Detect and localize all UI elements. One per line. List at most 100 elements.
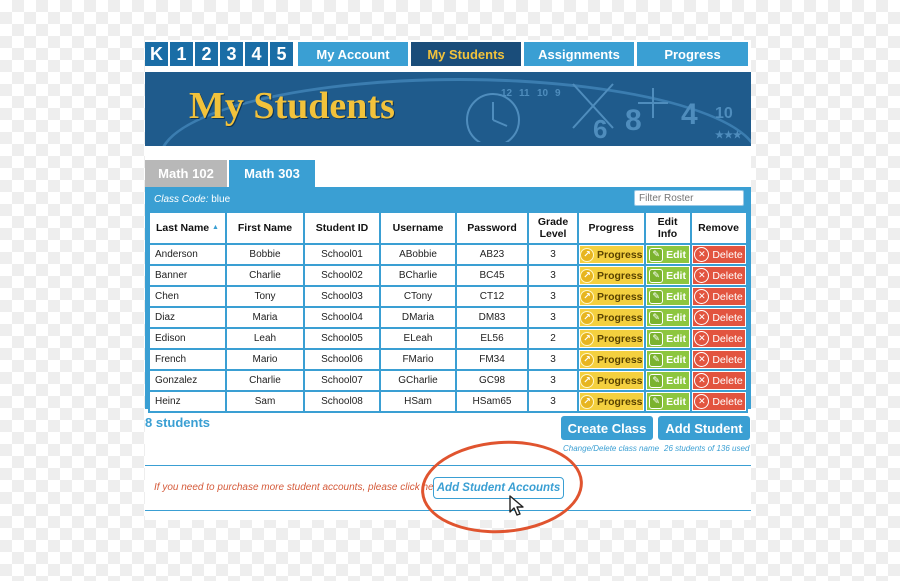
nav-tab-my-students[interactable]: My Students xyxy=(411,42,521,66)
class-code-value: blue xyxy=(211,194,231,205)
cell-username: FMario xyxy=(379,348,457,371)
cell-grade-level: 2 xyxy=(527,327,579,350)
roster-body: Anderson Bobbie School01 ABobbie AB23 3 ↗ Progr… xyxy=(148,243,748,413)
delete-button[interactable]: ✕ Delete xyxy=(692,288,745,305)
progress-chart-icon: ↗ xyxy=(580,310,594,325)
nav-tab-progress[interactable]: Progress xyxy=(637,42,748,66)
progress-button[interactable]: ↗ Progress xyxy=(580,330,643,347)
create-class-button[interactable]: Create Class xyxy=(561,416,653,440)
filter-roster-input[interactable] xyxy=(634,190,744,206)
progress-chart-icon: ↗ xyxy=(580,247,594,262)
cell-username: HSam xyxy=(379,390,457,413)
edit-button[interactable]: ✎ Edit xyxy=(646,288,689,305)
cell-delete: ✕ Delete xyxy=(689,306,748,329)
delete-label: Delete xyxy=(712,395,743,408)
add-student-button[interactable]: Add Student xyxy=(658,416,750,440)
edit-label: Edit xyxy=(666,311,686,324)
edit-pencil-icon: ✎ xyxy=(649,247,664,262)
edit-label: Edit xyxy=(666,395,686,408)
progress-button[interactable]: ↗ Progress xyxy=(580,309,643,326)
tab-math-102[interactable]: Math 102 xyxy=(145,160,227,187)
progress-button[interactable]: ↗ Progress xyxy=(580,372,643,389)
delete-label: Delete xyxy=(712,353,743,366)
nav-tab-my-account[interactable]: My Account xyxy=(298,42,408,66)
cell-username: GCharlie xyxy=(379,369,457,392)
cell-delete: ✕ Delete xyxy=(689,243,748,266)
edit-button[interactable]: ✎ Edit xyxy=(646,372,689,389)
class-code-label: Class Code: xyxy=(154,194,209,205)
math-decoration-icon: 12 11 10 9 6 8 4 10 ★★★ xyxy=(466,83,742,142)
delete-x-icon: ✕ xyxy=(694,394,710,409)
col-header-grade-level[interactable]: Grade Level xyxy=(527,211,579,245)
cell-password: DM83 xyxy=(455,306,529,329)
cell-grade-level: 3 xyxy=(527,264,579,287)
delete-button[interactable]: ✕ Delete xyxy=(692,267,745,284)
edit-button[interactable]: ✎ Edit xyxy=(646,309,689,326)
cell-first-name: Mario xyxy=(225,348,305,371)
cell-last-name: Edison xyxy=(148,327,227,350)
progress-button[interactable]: ↗ Progress xyxy=(580,351,643,368)
delete-label: Delete xyxy=(712,332,743,345)
delete-button[interactable]: ✕ Delete xyxy=(692,309,745,326)
cell-grade-level: 3 xyxy=(527,285,579,308)
edit-pencil-icon: ✎ xyxy=(649,268,664,283)
col-header-remove: Remove xyxy=(689,211,748,245)
delete-button[interactable]: ✕ Delete xyxy=(692,330,745,347)
roster-panel: Class Code: blue Last Name ▲ First Name … xyxy=(145,187,751,413)
col-header-last-name[interactable]: Last Name ▲ xyxy=(148,211,227,245)
col-header-first-name[interactable]: First Name xyxy=(225,211,305,245)
delete-button[interactable]: ✕ Delete xyxy=(692,393,745,410)
cell-username: BCharlie xyxy=(379,264,457,287)
progress-button[interactable]: ↗ Progress xyxy=(580,288,643,305)
banner-number-11: 11 xyxy=(519,88,530,99)
student-count: 8 students xyxy=(145,415,211,430)
edit-button[interactable]: ✎ Edit xyxy=(646,267,689,284)
page-banner: My Students 12 11 10 9 6 8 4 10 ★★★ xyxy=(145,72,751,146)
svg-text:6: 6 xyxy=(593,114,607,142)
table-row: Chen Tony School03 CTony CT12 3 ↗ Progress ✎ Edit… xyxy=(148,285,748,308)
page: K 1 2 3 4 5 My Account My Students Assig… xyxy=(145,40,751,539)
nav-tab-assignments[interactable]: Assignments xyxy=(524,42,634,66)
tab-math-303[interactable]: Math 303 xyxy=(229,160,315,187)
cell-progress: ↗ Progress xyxy=(577,327,646,350)
delete-label: Delete xyxy=(712,311,743,324)
usage-note: 26 students of 136 used xyxy=(664,444,750,453)
delete-x-icon: ✕ xyxy=(694,289,710,304)
progress-button[interactable]: ↗ Progress xyxy=(580,393,643,410)
cell-grade-level: 3 xyxy=(527,348,579,371)
edit-button[interactable]: ✎ Edit xyxy=(646,351,689,368)
progress-label: Progress xyxy=(597,374,643,387)
cell-last-name: Gonzalez xyxy=(148,369,227,392)
col-header-student-id[interactable]: Student ID xyxy=(303,211,381,245)
cell-delete: ✕ Delete xyxy=(689,285,748,308)
cell-last-name: Banner xyxy=(148,264,227,287)
cell-delete: ✕ Delete xyxy=(689,264,748,287)
edit-button[interactable]: ✎ Edit xyxy=(646,330,689,347)
svg-text:4: 4 xyxy=(681,98,698,131)
edit-button[interactable]: ✎ Edit xyxy=(646,246,689,263)
progress-chart-icon: ↗ xyxy=(580,373,594,388)
progress-label: Progress xyxy=(597,353,643,366)
edit-button[interactable]: ✎ Edit xyxy=(646,393,689,410)
progress-button[interactable]: ↗ Progress xyxy=(580,267,643,284)
table-row: Banner Charlie School02 BCharlie BC45 3 ↗ Progr… xyxy=(148,264,748,287)
col-header-password[interactable]: Password xyxy=(455,211,529,245)
edit-pencil-icon: ✎ xyxy=(649,310,664,325)
cell-student-id: School08 xyxy=(303,390,381,413)
svg-text:★★★: ★★★ xyxy=(715,130,742,141)
cell-student-id: School04 xyxy=(303,306,381,329)
delete-x-icon: ✕ xyxy=(694,331,710,346)
col-header-username[interactable]: Username xyxy=(379,211,457,245)
cell-first-name: Charlie xyxy=(225,264,305,287)
delete-button[interactable]: ✕ Delete xyxy=(692,372,745,389)
progress-button[interactable]: ↗ Progress xyxy=(580,246,643,263)
edit-label: Edit xyxy=(666,269,686,282)
cell-student-id: School03 xyxy=(303,285,381,308)
edit-pencil-icon: ✎ xyxy=(649,394,664,409)
delete-button[interactable]: ✕ Delete xyxy=(692,351,745,368)
cell-password: EL56 xyxy=(455,327,529,350)
cell-first-name: Bobbie xyxy=(225,243,305,266)
delete-button[interactable]: ✕ Delete xyxy=(692,246,745,263)
progress-label: Progress xyxy=(597,395,643,408)
cell-student-id: School02 xyxy=(303,264,381,287)
